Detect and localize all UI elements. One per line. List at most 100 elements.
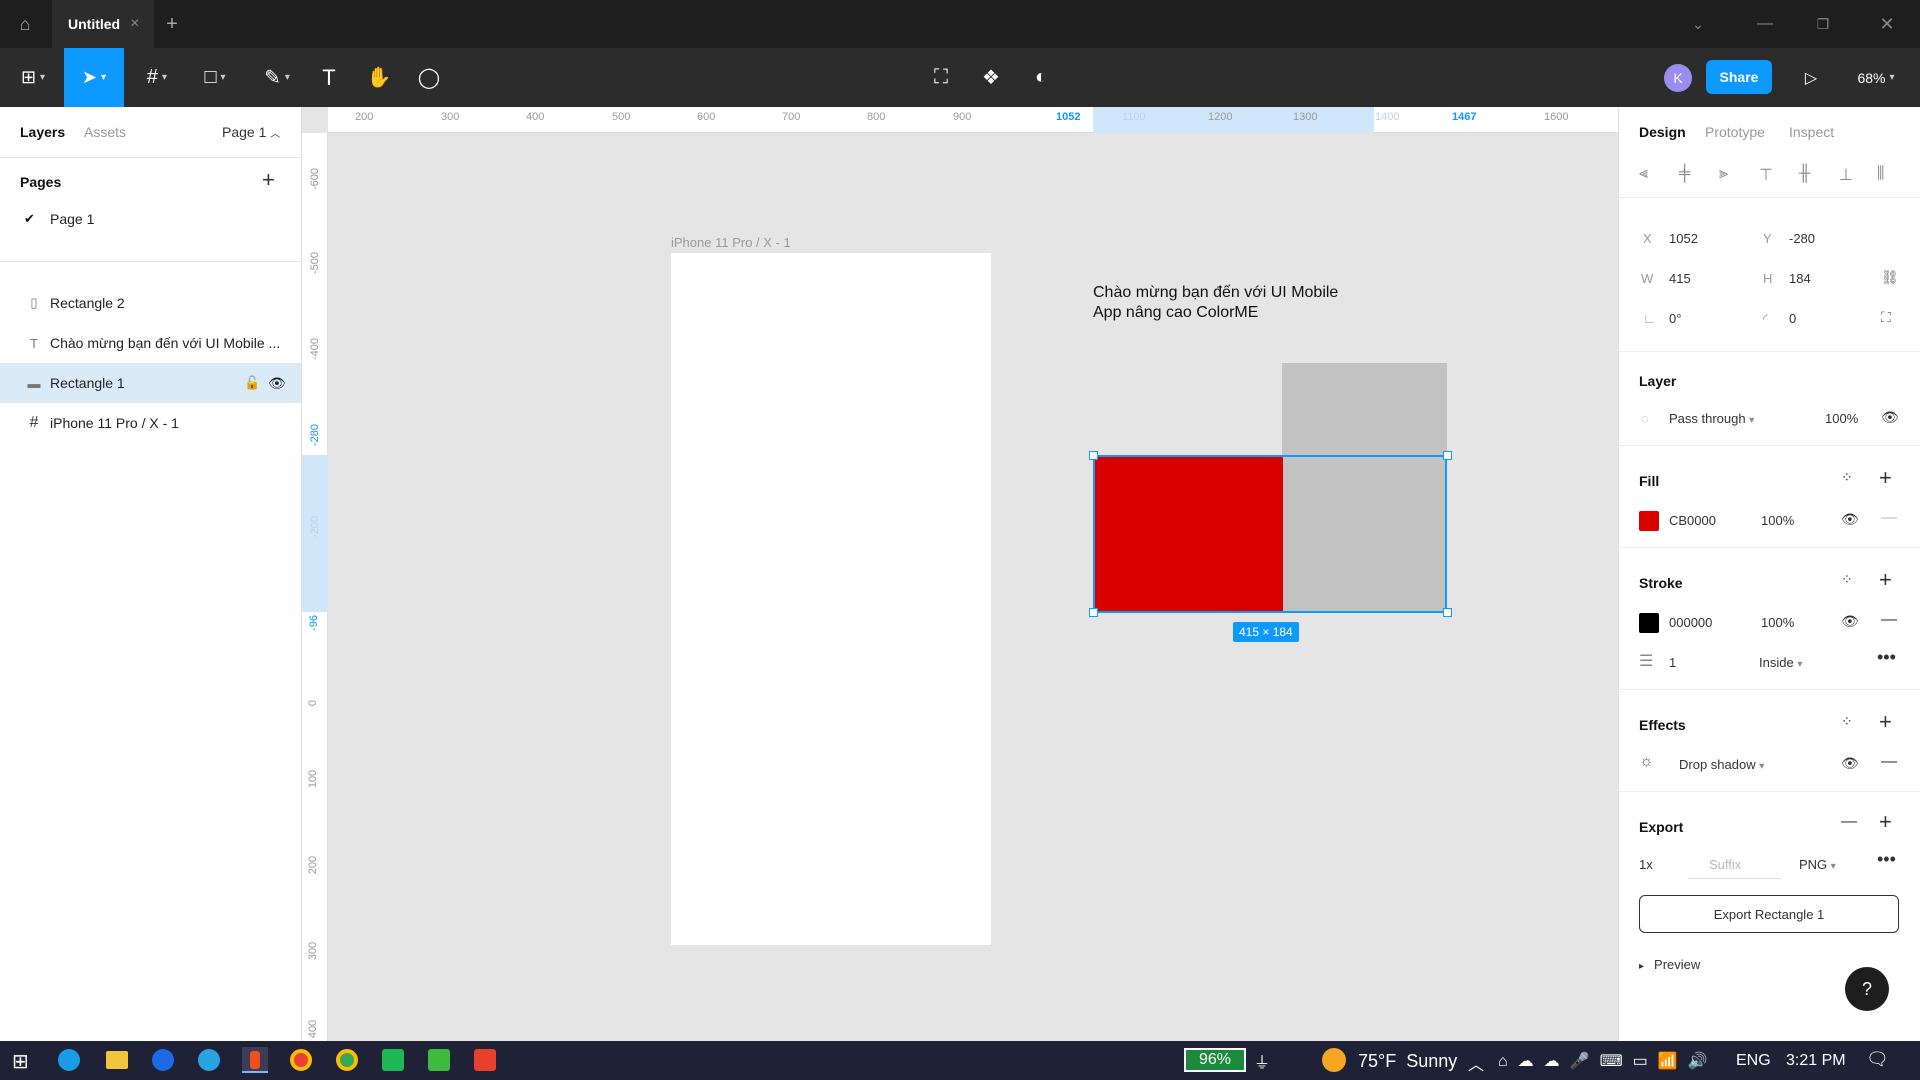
layer-row[interactable]: T Chào mừng bạn đến với UI Mobile ... xyxy=(0,323,301,363)
figma-app-icon[interactable] xyxy=(242,1047,268,1073)
main-menu-icon[interactable]: ⊞ ▾ xyxy=(10,48,56,107)
constrain-proportions-icon[interactable]: ⛓ xyxy=(1881,269,1899,286)
text-tool-icon[interactable]: T xyxy=(312,48,346,107)
align-center-icon[interactable]: ╪ xyxy=(1679,165,1690,183)
export-button[interactable]: Export Rectangle 1 xyxy=(1639,895,1899,933)
independent-corners-icon[interactable]: ⛶ xyxy=(1881,309,1891,326)
share-button[interactable]: Share xyxy=(1706,60,1772,94)
chrome-icon[interactable] xyxy=(336,1049,358,1071)
contrast-icon[interactable]: ◐ xyxy=(1024,48,1058,107)
windows-start-icon[interactable]: ⊞ xyxy=(12,1049,29,1074)
align-top-icon[interactable]: ⊤ xyxy=(1759,165,1773,185)
remove-effect-icon[interactable]: — xyxy=(1881,753,1897,771)
fill-swatch[interactable] xyxy=(1639,511,1659,531)
add-export-icon[interactable]: + xyxy=(1879,809,1892,835)
frame-label[interactable]: iPhone 11 Pro / X - 1 xyxy=(671,235,791,250)
notification-icon[interactable]: 🗨 xyxy=(1866,1049,1889,1070)
fill-hex-input[interactable]: CB0000 xyxy=(1669,513,1716,528)
battery-indicator[interactable]: 96% xyxy=(1184,1048,1246,1072)
w-input[interactable]: 415 xyxy=(1669,271,1691,286)
minimize-icon[interactable]: — xyxy=(1750,12,1780,36)
red-app-icon[interactable] xyxy=(474,1049,496,1071)
more-icon[interactable]: ••• xyxy=(1877,849,1896,870)
remove-stroke-icon[interactable]: — xyxy=(1881,611,1897,629)
home-icon[interactable]: ⌂ xyxy=(10,12,40,36)
pen-tool-icon[interactable]: ✎ ▾ xyxy=(252,48,302,107)
y-input[interactable]: -280 xyxy=(1789,231,1815,246)
chevron-up-icon[interactable]: ︿ xyxy=(1468,1051,1484,1075)
export-scale[interactable]: 1x xyxy=(1639,857,1653,872)
add-page-icon[interactable]: + xyxy=(262,167,275,193)
new-tab-button[interactable]: + xyxy=(160,12,184,36)
unlock-icon[interactable]: 🔓 xyxy=(244,375,260,391)
stroke-weight-input[interactable]: 1 xyxy=(1669,655,1676,670)
align-right-icon[interactable]: ⫸ xyxy=(1719,165,1728,183)
hand-tool-icon[interactable]: ✋ xyxy=(360,48,398,107)
move-tool-icon[interactable]: ➤ ▾ xyxy=(64,48,124,107)
rotation-input[interactable]: 0° xyxy=(1669,311,1681,326)
green-app-icon[interactable] xyxy=(382,1049,404,1071)
resize-handle[interactable] xyxy=(1443,608,1452,617)
preview-toggle[interactable]: ▸ Preview xyxy=(1639,957,1700,972)
resize-handle[interactable] xyxy=(1443,451,1452,460)
iphone-frame[interactable] xyxy=(671,253,991,945)
camtasia-icon[interactable] xyxy=(428,1049,450,1071)
export-suffix-input[interactable]: Suffix xyxy=(1689,851,1781,879)
crop-icon[interactable]: ⛶ xyxy=(924,48,958,107)
zoom-dropdown[interactable]: 68% ▾ xyxy=(1846,48,1906,107)
effect-type-dropdown[interactable]: Drop shadow ▾ xyxy=(1679,757,1764,772)
language-indicator[interactable]: ENG xyxy=(1736,1052,1771,1070)
export-format-dropdown[interactable]: PNG ▾ xyxy=(1799,857,1836,872)
file-tab[interactable]: Untitled × xyxy=(52,0,154,48)
eye-icon[interactable]: 👁 xyxy=(1881,409,1899,426)
distribute-icon[interactable]: ⫼ xyxy=(1877,165,1884,183)
close-tab-icon[interactable]: × xyxy=(130,15,139,33)
page-selector[interactable]: Page 1 ︿ xyxy=(222,124,280,140)
eye-icon[interactable]: 👁 xyxy=(1841,613,1859,630)
tab-inspect[interactable]: Inspect xyxy=(1789,124,1834,140)
tab-assets[interactable]: Assets xyxy=(84,124,126,140)
effect-settings-icon[interactable]: ☼ xyxy=(1639,753,1654,771)
rectangle-tool-icon[interactable]: □ ▾ xyxy=(190,48,240,107)
stroke-opacity[interactable]: 100% xyxy=(1761,615,1794,630)
add-stroke-icon[interactable]: + xyxy=(1879,567,1892,593)
styles-icon[interactable]: ⁘ xyxy=(1841,469,1853,486)
weather-text[interactable]: 75°F Sunny xyxy=(1358,1051,1457,1072)
telegram-icon[interactable] xyxy=(198,1049,220,1071)
edge-icon[interactable] xyxy=(58,1049,80,1071)
eye-icon[interactable]: 👁 xyxy=(1841,511,1859,528)
resize-handle[interactable] xyxy=(1089,451,1098,460)
system-tray-icons[interactable]: ⌂☁☁🎤⌨▭📶🔊 xyxy=(1498,1051,1718,1071)
layer-row[interactable]: ▯ Rectangle 2 xyxy=(0,283,301,323)
help-button[interactable]: ? xyxy=(1845,967,1889,1011)
radius-input[interactable]: 0 xyxy=(1789,311,1796,326)
tab-design[interactable]: Design xyxy=(1639,124,1686,140)
x-input[interactable]: 1052 xyxy=(1669,231,1698,246)
h-input[interactable]: 184 xyxy=(1789,271,1811,286)
present-play-icon[interactable]: ▷ xyxy=(1796,48,1826,107)
page-item[interactable]: ✔ Page 1 xyxy=(0,205,301,233)
zalo-icon[interactable] xyxy=(152,1049,174,1071)
frame-tool-icon[interactable]: # ▾ xyxy=(132,48,182,107)
add-fill-icon[interactable]: + xyxy=(1879,465,1892,491)
align-left-icon[interactable]: ⫷ xyxy=(1639,165,1648,183)
layer-row[interactable]: # iPhone 11 Pro / X - 1 xyxy=(0,403,301,443)
styles-icon[interactable]: ⁘ xyxy=(1841,713,1853,730)
chevron-down-icon[interactable]: ⌄ xyxy=(1686,12,1710,36)
resize-handle[interactable] xyxy=(1089,608,1098,617)
file-explorer-icon[interactable] xyxy=(106,1051,128,1069)
eye-icon[interactable]: 👁 xyxy=(268,375,286,392)
stroke-position-dropdown[interactable]: Inside ▾ xyxy=(1759,655,1802,670)
restore-icon[interactable]: ❐ xyxy=(1808,12,1838,36)
fill-opacity[interactable]: 100% xyxy=(1761,513,1794,528)
avatar[interactable]: K xyxy=(1664,64,1692,92)
remove-export-icon[interactable]: — xyxy=(1841,813,1857,831)
blend-mode-dropdown[interactable]: Pass through ▾ xyxy=(1669,411,1754,426)
stroke-swatch[interactable] xyxy=(1639,613,1659,633)
chrome-icon[interactable] xyxy=(290,1049,312,1071)
close-window-icon[interactable]: ✕ xyxy=(1872,12,1902,36)
stroke-hex-input[interactable]: 000000 xyxy=(1669,615,1712,630)
layer-row-selected[interactable]: ▬ Rectangle 1 🔓 👁 xyxy=(0,363,301,403)
layer-opacity[interactable]: 100% xyxy=(1825,411,1858,426)
remove-fill-icon[interactable]: — xyxy=(1881,509,1897,527)
